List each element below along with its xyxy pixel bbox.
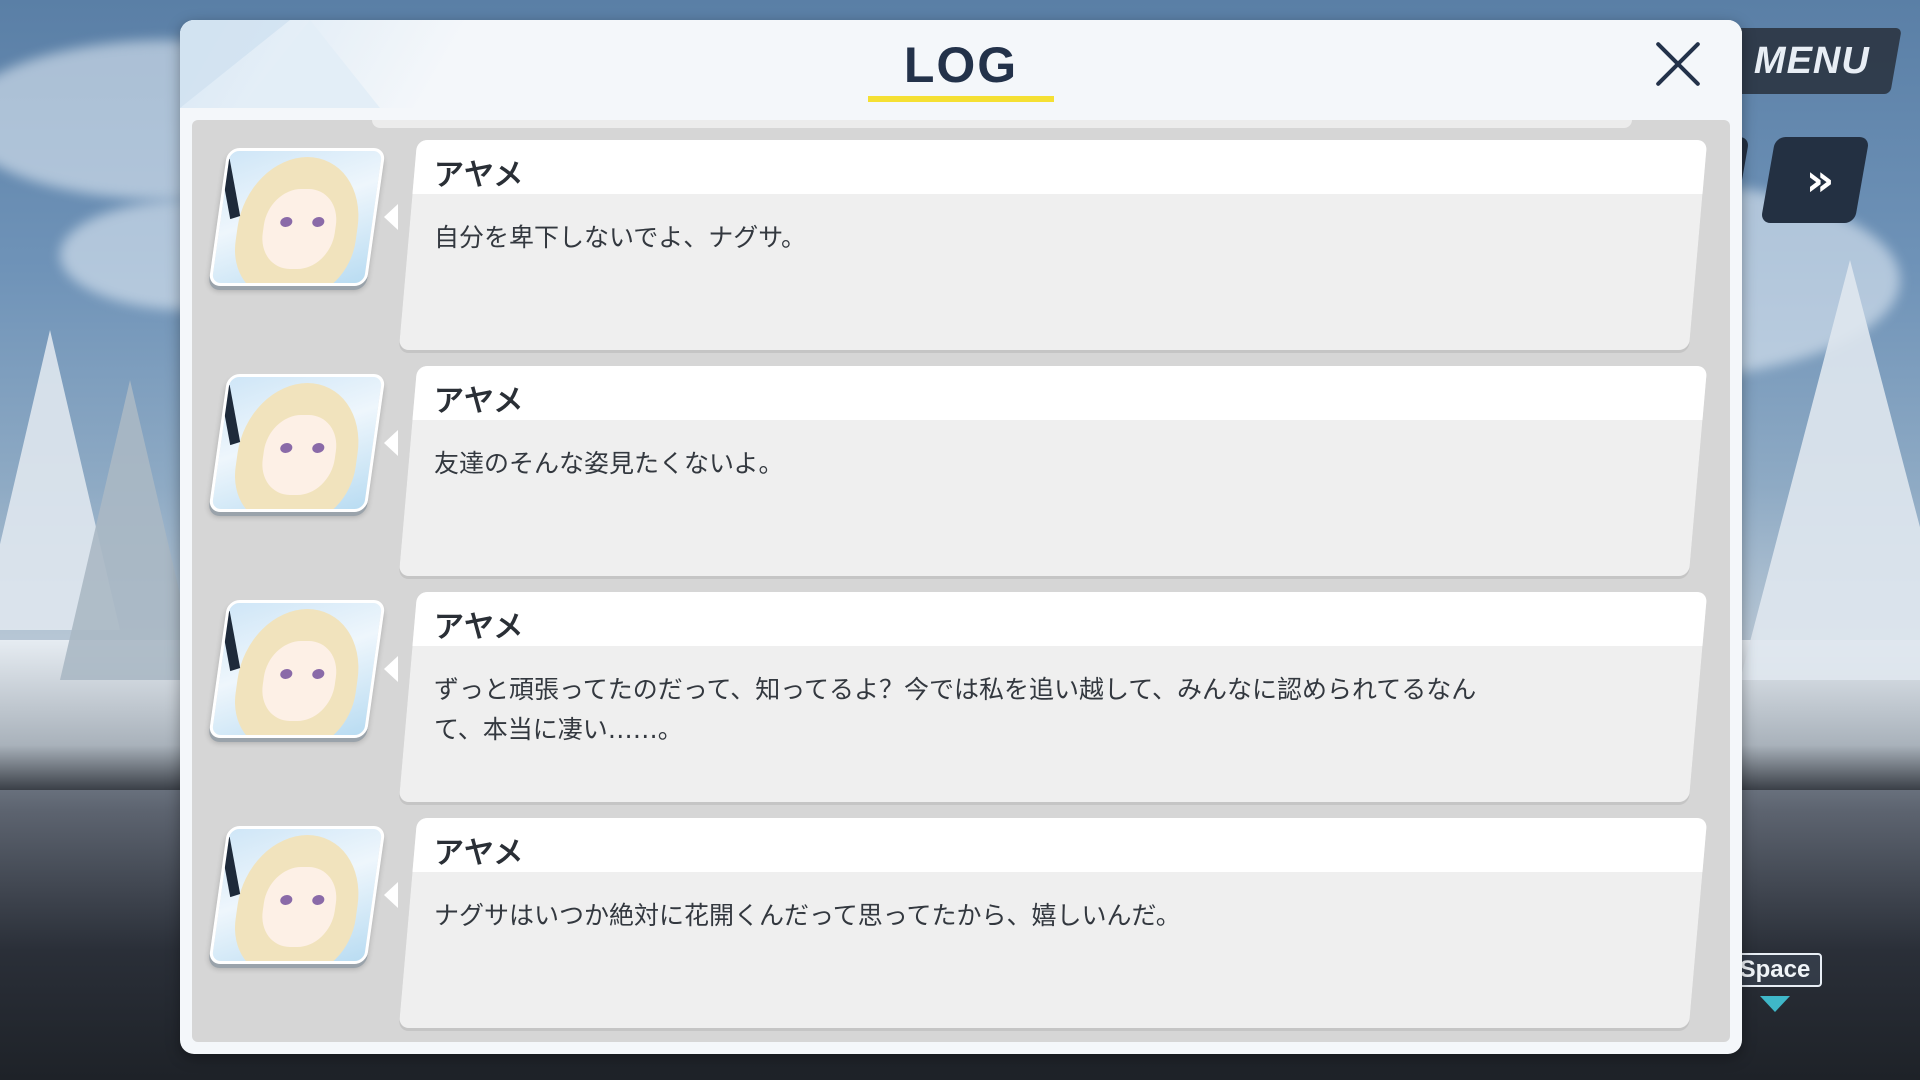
speaker-avatar: [208, 148, 386, 286]
menu-label: MENU: [1754, 39, 1870, 82]
log-panel: LOG アヤメ 自分を卑下しないでよ、ナグサ。 アヤメ 友達のそんな姿見たくない…: [180, 20, 1742, 1054]
fast-forward-icon: »: [1805, 154, 1825, 206]
advance-arrow-icon: [1760, 996, 1790, 1012]
speaker-avatar: [208, 826, 386, 964]
log-entry: アヤメ ずっと頑張ってたのだって、知ってるよ？今では私を追い越して、みんなに認め…: [192, 592, 1730, 802]
log-entry: アヤメ ナグサはいつか絶対に花開くんだって思ってたから、嬉しいんだ。: [192, 818, 1730, 1028]
menu-button[interactable]: MENU: [1722, 28, 1902, 94]
previous-entry-edge: [372, 120, 1632, 128]
skip-button[interactable]: »: [1760, 137, 1870, 223]
speaker-avatar: [208, 600, 386, 738]
space-key-hint: Space: [1728, 953, 1822, 987]
log-header: LOG: [180, 20, 1742, 108]
log-title: LOG: [903, 37, 1019, 93]
speaker-name: アヤメ: [434, 158, 524, 193]
speaker-name: アヤメ: [434, 836, 524, 871]
dialogue-text: ナグサはいつか絶対に花開くんだって思ってたから、嬉しいんだ。: [434, 901, 1181, 930]
speaker-avatar: [208, 374, 386, 512]
title-underline: [868, 96, 1054, 102]
close-icon[interactable]: [1648, 34, 1708, 94]
log-entry: アヤメ 自分を卑下しないでよ、ナグサ。: [192, 140, 1730, 350]
dialogue-text: 友達のそんな姿見たくないよ。: [434, 449, 784, 478]
dialogue-text: ずっと頑張ってたのだって、知ってるよ？今では私を追い越して、みんなに認められてる…: [434, 675, 1477, 744]
log-entry: アヤメ 友達のそんな姿見たくないよ。: [192, 366, 1730, 576]
speaker-name: アヤメ: [434, 610, 524, 645]
speaker-name: アヤメ: [434, 384, 524, 419]
dialogue-text: 自分を卑下しないでよ、ナグサ。: [434, 223, 807, 252]
log-list[interactable]: アヤメ 自分を卑下しないでよ、ナグサ。 アヤメ 友達のそんな姿見たくないよ。 ア…: [192, 120, 1730, 1042]
